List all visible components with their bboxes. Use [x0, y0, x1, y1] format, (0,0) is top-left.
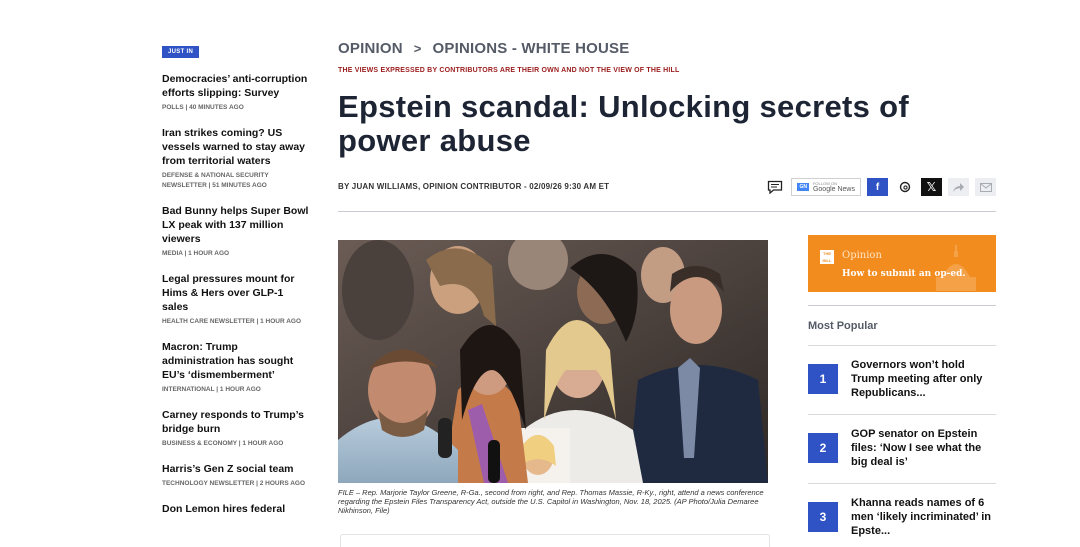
- just-in-meta: TECHNOLOGY NEWSLETTER | 2 HOURS AGO: [162, 480, 306, 487]
- just-in-headline[interactable]: Macron: Trump administration has sought …: [162, 340, 310, 382]
- just-in-meta: POLLS | 40 MINUTES AGO: [162, 104, 244, 111]
- share-icon[interactable]: [948, 178, 969, 196]
- most-popular-headline[interactable]: Governors won’t hold Trump meeting after…: [851, 358, 996, 400]
- threads-icon[interactable]: [894, 178, 915, 196]
- share-bar: GN FOLLOW ON Google News f 𝕏: [764, 178, 996, 196]
- list-item[interactable]: Legal pressures mount for Hims & Hers ov…: [162, 272, 310, 327]
- rank-badge: 2: [808, 433, 838, 463]
- rank-badge: 3: [808, 502, 838, 532]
- breadcrumb-opinion[interactable]: OPINION: [338, 40, 403, 57]
- comment-icon[interactable]: [764, 178, 785, 196]
- breadcrumb-separator: >: [413, 41, 422, 56]
- just-in-meta: DEFENSE & NATIONAL SECURITY NEWSLETTER |…: [162, 172, 269, 189]
- just-in-headline[interactable]: Democracies’ anti-corruption efforts sli…: [162, 72, 310, 100]
- most-popular-list: 1 Governors won’t hold Trump meeting aft…: [808, 345, 996, 547]
- just-in-meta: HEALTH CARE NEWSLETTER | 1 HOUR AGO: [162, 318, 302, 325]
- breadcrumb-opinions-white-house[interactable]: OPINIONS - WHITE HOUSE: [433, 40, 630, 57]
- article-header: OPINION > OPINIONS - WHITE HOUSE THE VIEWS…: [338, 40, 998, 212]
- opinion-disclaimer: THE VIEWS EXPRESSED BY CONTRIBUTORS ARE …: [338, 67, 680, 74]
- google-news-label: Google News: [812, 185, 855, 193]
- byline-row: BY JUAN WILLIAMS, OPINION CONTRIBUTOR - …: [338, 178, 996, 212]
- most-popular-headline[interactable]: Khanna reads names of 6 men ‘likely incr…: [851, 496, 996, 538]
- email-icon[interactable]: [975, 178, 996, 196]
- oped-link[interactable]: How to submit an op-ed.: [842, 269, 966, 279]
- list-item[interactable]: Iran strikes coming? US vessels warned t…: [162, 126, 310, 191]
- submit-oped-banner[interactable]: THE HILL Opinion How to submit an op-ed.: [808, 235, 996, 292]
- photo-caption: FILE – Rep. Marjorie Taylor Greene, R-Ga…: [338, 488, 764, 515]
- list-item[interactable]: Macron: Trump administration has sought …: [162, 340, 310, 395]
- facebook-icon[interactable]: f: [867, 178, 888, 196]
- page-title: Epstein scandal: Unlocking secrets of po…: [338, 89, 909, 158]
- just-in-headline[interactable]: Don Lemon hires federal: [162, 502, 310, 516]
- just-in-headline[interactable]: Bad Bunny helps Super Bowl LX peak with …: [162, 204, 310, 246]
- byline: BY JUAN WILLIAMS, OPINION CONTRIBUTOR - …: [338, 182, 610, 191]
- just-in-rail: JUST IN Democracies’ anti-corruption eff…: [162, 40, 310, 529]
- just-in-headline[interactable]: Legal pressures mount for Hims & Hers ov…: [162, 272, 310, 314]
- just-in-headline[interactable]: Harris’s Gen Z social team: [162, 462, 310, 476]
- just-in-meta: BUSINESS & ECONOMY | 1 HOUR AGO: [162, 440, 284, 447]
- capitol-dome-icon: [936, 245, 976, 291]
- right-sidebar: THE HILL Opinion How to submit an op-ed.…: [808, 235, 996, 547]
- article-photo: [338, 240, 768, 483]
- list-item[interactable]: 3 Khanna reads names of 6 men ‘likely in…: [808, 483, 996, 547]
- list-item[interactable]: Don Lemon hires federal: [162, 502, 310, 516]
- just-in-badge: JUST IN: [162, 46, 200, 58]
- just-in-headline[interactable]: Carney responds to Trump’s bridge burn: [162, 408, 310, 436]
- rank-badge: 1: [808, 364, 838, 394]
- list-item[interactable]: 2 GOP senator on Epstein files: ‘Now I s…: [808, 414, 996, 483]
- divider: [808, 305, 996, 306]
- just-in-meta: MEDIA | 1 HOUR AGO: [162, 250, 230, 257]
- most-popular-headline[interactable]: GOP senator on Epstein files: ‘Now I see…: [851, 427, 996, 469]
- just-in-headline[interactable]: Iran strikes coming? US vessels warned t…: [162, 126, 310, 168]
- google-news-button[interactable]: GN FOLLOW ON Google News: [791, 178, 861, 196]
- list-item[interactable]: Harris’s Gen Z social team TECHNOLOGY NE…: [162, 462, 310, 489]
- list-item[interactable]: Democracies’ anti-corruption efforts sli…: [162, 72, 310, 113]
- just-in-meta: INTERNATIONAL | 1 HOUR AGO: [162, 386, 261, 393]
- google-news-icon: GN: [797, 183, 809, 191]
- list-item[interactable]: Carney responds to Trump’s bridge burn B…: [162, 408, 310, 449]
- most-popular-title: Most Popular: [808, 320, 878, 332]
- oped-label: Opinion: [842, 250, 882, 261]
- x-icon[interactable]: 𝕏: [921, 178, 942, 196]
- article-body-box: [340, 534, 770, 547]
- list-item[interactable]: 1 Governors won’t hold Trump meeting aft…: [808, 345, 996, 414]
- the-hill-logo: THE HILL: [820, 250, 834, 264]
- list-item[interactable]: Bad Bunny helps Super Bowl LX peak with …: [162, 204, 310, 259]
- breadcrumb: OPINION > OPINIONS - WHITE HOUSE: [338, 40, 998, 57]
